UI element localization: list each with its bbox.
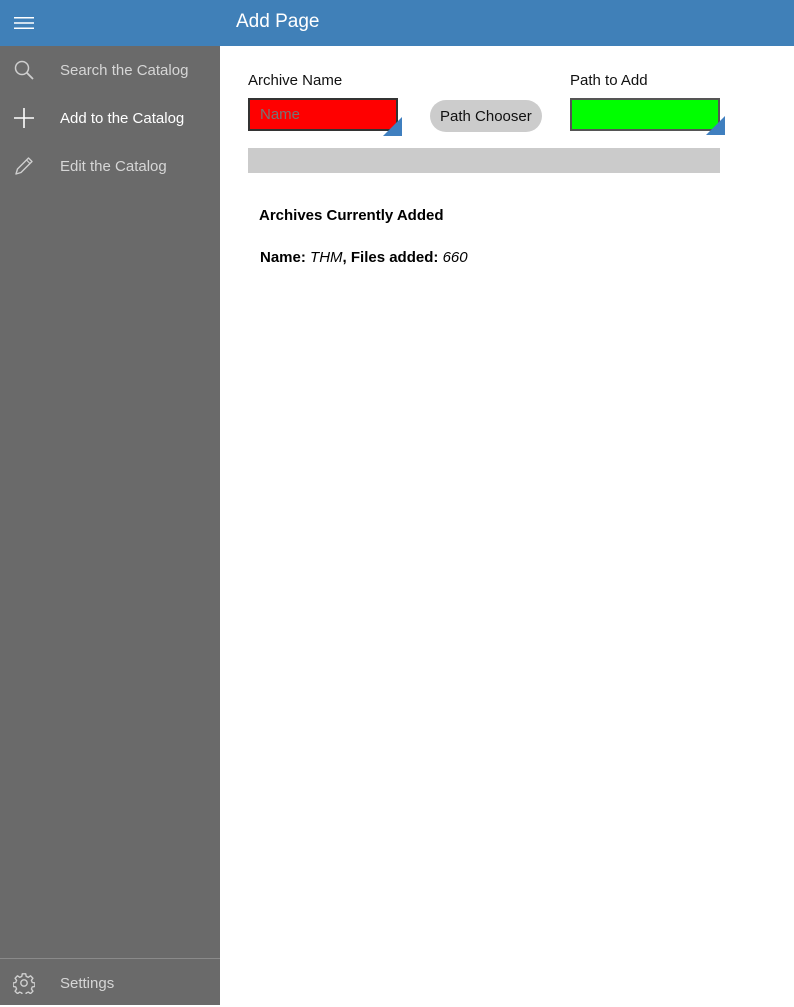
sidebar-item-add[interactable]: Add to the Catalog [0, 94, 220, 142]
sidebar-item-settings[interactable]: Settings [0, 959, 220, 1007]
archive-name-input[interactable] [248, 98, 398, 131]
sidebar: Search the Catalog Add to the Catalog Ed… [0, 46, 220, 1005]
archives-heading: Archives Currently Added [259, 207, 444, 224]
input-resize-grip [383, 117, 402, 136]
path-chooser-button[interactable]: Path Chooser [430, 100, 542, 132]
sidebar-item-search[interactable]: Search the Catalog [0, 46, 220, 94]
add-progress-bar [248, 148, 720, 173]
page-title: Add Page [236, 11, 320, 32]
title-bar: Add Page [0, 0, 794, 46]
files-added-value: 660 [442, 249, 468, 266]
plus-icon [12, 106, 36, 130]
sidebar-item-label: Edit the Catalog [60, 157, 167, 175]
hamburger-menu-icon[interactable] [0, 0, 48, 46]
path-to-add-label: Path to Add [570, 72, 648, 89]
sidebar-item-edit[interactable]: Edit the Catalog [0, 142, 220, 190]
files-added-key: , Files added: [342, 249, 439, 266]
archive-name-label: Archive Name [248, 72, 343, 89]
search-icon [12, 58, 36, 82]
list-item: Name: THM, Files added: 660 [260, 249, 468, 266]
archive-name-key: Name: [260, 249, 306, 266]
sidebar-item-label: Search the Catalog [60, 61, 189, 79]
gear-icon [12, 971, 36, 995]
sidebar-item-label: Add to the Catalog [60, 109, 185, 127]
main-content: Archive Name Path Chooser Path to Add Ar… [220, 46, 794, 1005]
sidebar-item-label: Settings [60, 974, 115, 992]
archive-name-value: THM [310, 249, 343, 266]
input-resize-grip [706, 116, 725, 135]
pencil-icon [12, 154, 36, 178]
path-to-add-input[interactable] [570, 98, 720, 131]
